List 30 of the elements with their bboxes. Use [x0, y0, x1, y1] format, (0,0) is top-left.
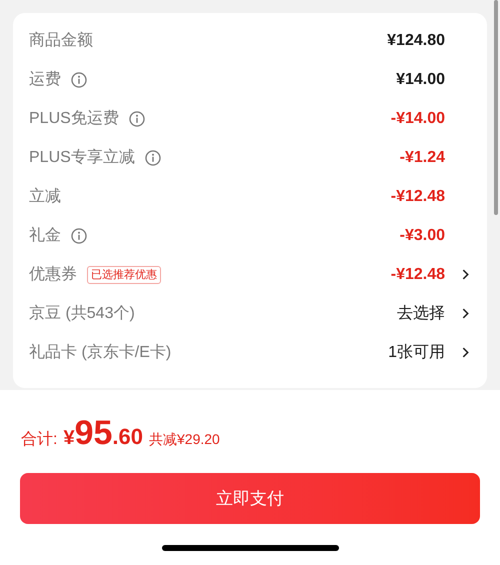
row-value: -¥3.00	[400, 226, 445, 246]
row-label: 运费	[29, 70, 61, 90]
row-value: ¥124.80	[387, 30, 445, 50]
row-value: -¥1.24	[400, 148, 445, 168]
chevron-icon[interactable]	[462, 269, 469, 280]
row-value: -¥14.00	[390, 108, 445, 128]
row-value[interactable]: 1张可用	[388, 340, 445, 364]
row-value: -¥12.48	[390, 186, 445, 206]
row-label: 商品金额	[29, 30, 93, 50]
info-icon[interactable]	[71, 228, 87, 244]
total-savings: 共减¥29.20	[149, 430, 220, 449]
row-label: 优惠券	[29, 264, 77, 284]
total-label: 合计:	[21, 430, 58, 450]
info-icon[interactable]	[128, 110, 145, 126]
pay-button[interactable]: 立即支付	[20, 473, 480, 524]
row-value[interactable]: 去选择	[397, 302, 445, 326]
info-icon[interactable]	[71, 72, 87, 88]
recommended-tag: 已选推荐优惠	[87, 266, 161, 284]
row-label: 京豆 (共543个)	[29, 304, 135, 324]
row-label: 立减	[29, 186, 61, 206]
chevron-icon[interactable]	[462, 308, 469, 319]
row-label: PLUS免运费	[29, 108, 119, 128]
row-value[interactable]: -¥12.48	[390, 262, 445, 286]
row-value: ¥14.00	[396, 70, 445, 90]
info-icon[interactable]	[144, 150, 161, 166]
row-label: PLUS专享立减	[29, 148, 135, 168]
total-price: ¥95.60	[63, 413, 143, 454]
row-label: 礼金	[29, 226, 61, 246]
row-label: 礼品卡 (京东卡/E卡)	[29, 342, 172, 362]
chevron-icon[interactable]	[462, 347, 469, 358]
